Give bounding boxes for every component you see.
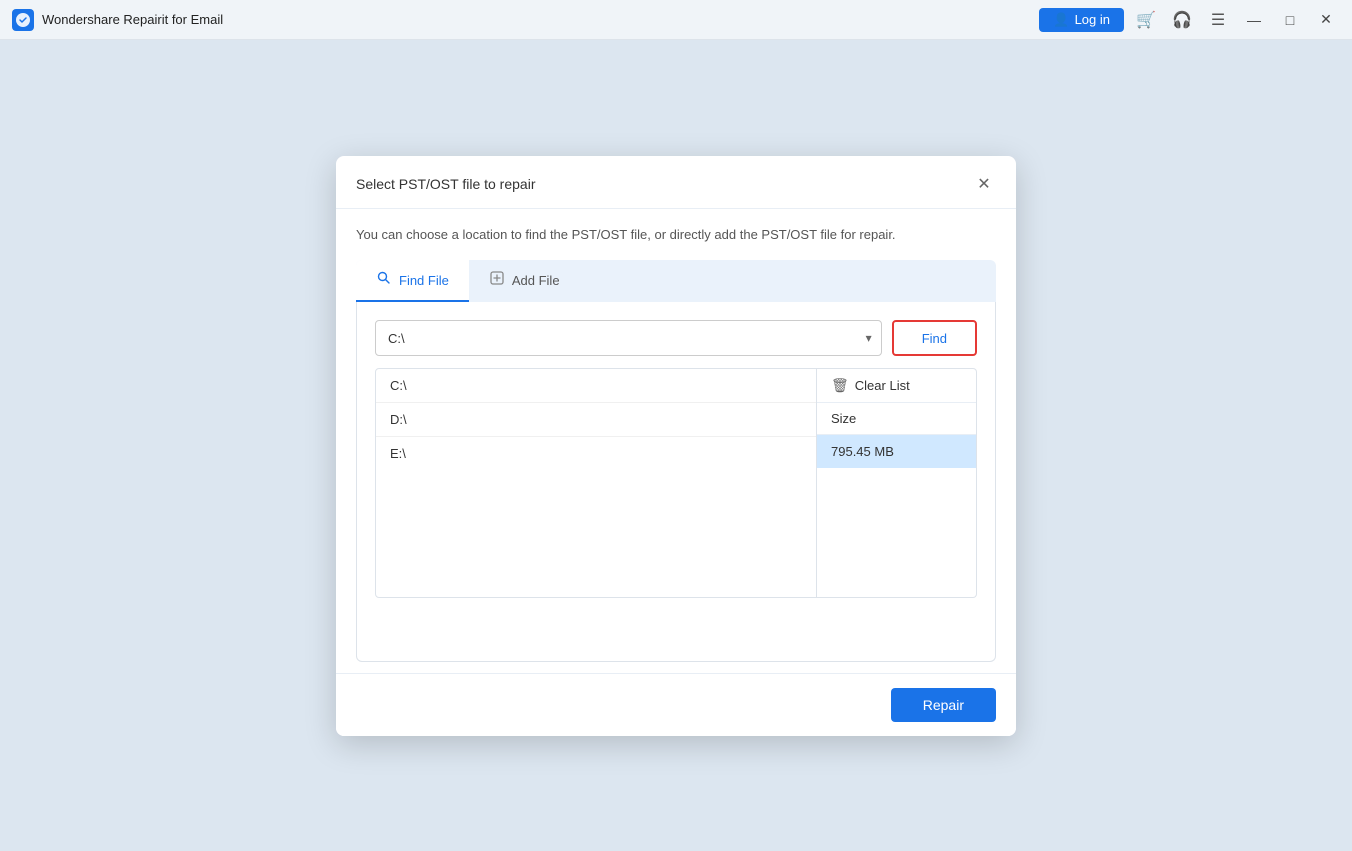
add-file-tab-icon	[489, 270, 505, 290]
window-close-button[interactable]: ✕	[1312, 6, 1340, 34]
login-button[interactable]: 👤 Log in	[1039, 8, 1124, 32]
user-icon: 👤	[1053, 12, 1069, 28]
dialog-close-button[interactable]: ✕	[972, 172, 996, 196]
find-panel: C:\ D:\ E:\ ▾ Find C:\ D:\	[356, 302, 996, 662]
titlebar-actions: 👤 Log in 🛒 🎧 ☰ — □ ✕	[1039, 6, 1340, 34]
drive-select-wrapper: C:\ D:\ E:\ ▾	[375, 320, 882, 356]
drive-select[interactable]: C:\ D:\ E:\	[375, 320, 882, 356]
drive-list-pane: C:\ D:\ E:\	[375, 368, 817, 598]
dialog-header: Select PST/OST file to repair ✕	[336, 156, 1016, 209]
find-file-tab-icon	[376, 270, 392, 290]
tab-bar: Find File Add File	[356, 260, 996, 302]
maximize-button[interactable]: □	[1276, 6, 1304, 34]
headset-icon[interactable]: 🎧	[1168, 6, 1196, 34]
drive-item-d[interactable]: D:\	[376, 403, 816, 437]
size-value: 795.45 MB	[817, 435, 976, 468]
dialog-footer: Repair	[336, 673, 1016, 736]
titlebar: Wondershare Repairit for Email 👤 Log in …	[0, 0, 1352, 40]
trash-icon: 🗑	[831, 377, 849, 394]
find-row: C:\ D:\ E:\ ▾ Find	[375, 320, 977, 356]
drive-item-c[interactable]: C:\	[376, 369, 816, 403]
menu-icon[interactable]: ☰	[1204, 6, 1232, 34]
cart-icon[interactable]: 🛒	[1132, 6, 1160, 34]
select-file-dialog: Select PST/OST file to repair ✕ You can …	[336, 156, 1016, 736]
find-button[interactable]: Find	[892, 320, 977, 356]
app-logo	[12, 9, 34, 31]
dialog-title: Select PST/OST file to repair	[356, 176, 535, 192]
app-title: Wondershare Repairit for Email	[42, 12, 1039, 27]
dialog-body: Find File Add File	[336, 260, 1016, 662]
clear-list-button[interactable]: 🗑 Clear List	[817, 369, 976, 403]
tab-find-file[interactable]: Find File	[356, 260, 469, 302]
tab-add-file[interactable]: Add File	[469, 260, 580, 302]
right-pane: 🗑 Clear List Size 795.45 MB	[817, 368, 977, 598]
drive-item-e[interactable]: E:\	[376, 437, 816, 470]
main-background: Select PST/OST file to repair ✕ You can …	[0, 40, 1352, 851]
dialog-subtitle: You can choose a location to find the PS…	[336, 209, 1016, 261]
minimize-button[interactable]: —	[1240, 6, 1268, 34]
add-file-tab-label: Add File	[512, 273, 560, 288]
split-area: C:\ D:\ E:\ 🗑 Clear List Size 795.45 MB	[375, 368, 977, 598]
dialog-overlay: Select PST/OST file to repair ✕ You can …	[0, 40, 1352, 851]
size-column-header: Size	[817, 403, 976, 435]
repair-button[interactable]: Repair	[891, 688, 996, 722]
find-file-tab-label: Find File	[399, 273, 449, 288]
